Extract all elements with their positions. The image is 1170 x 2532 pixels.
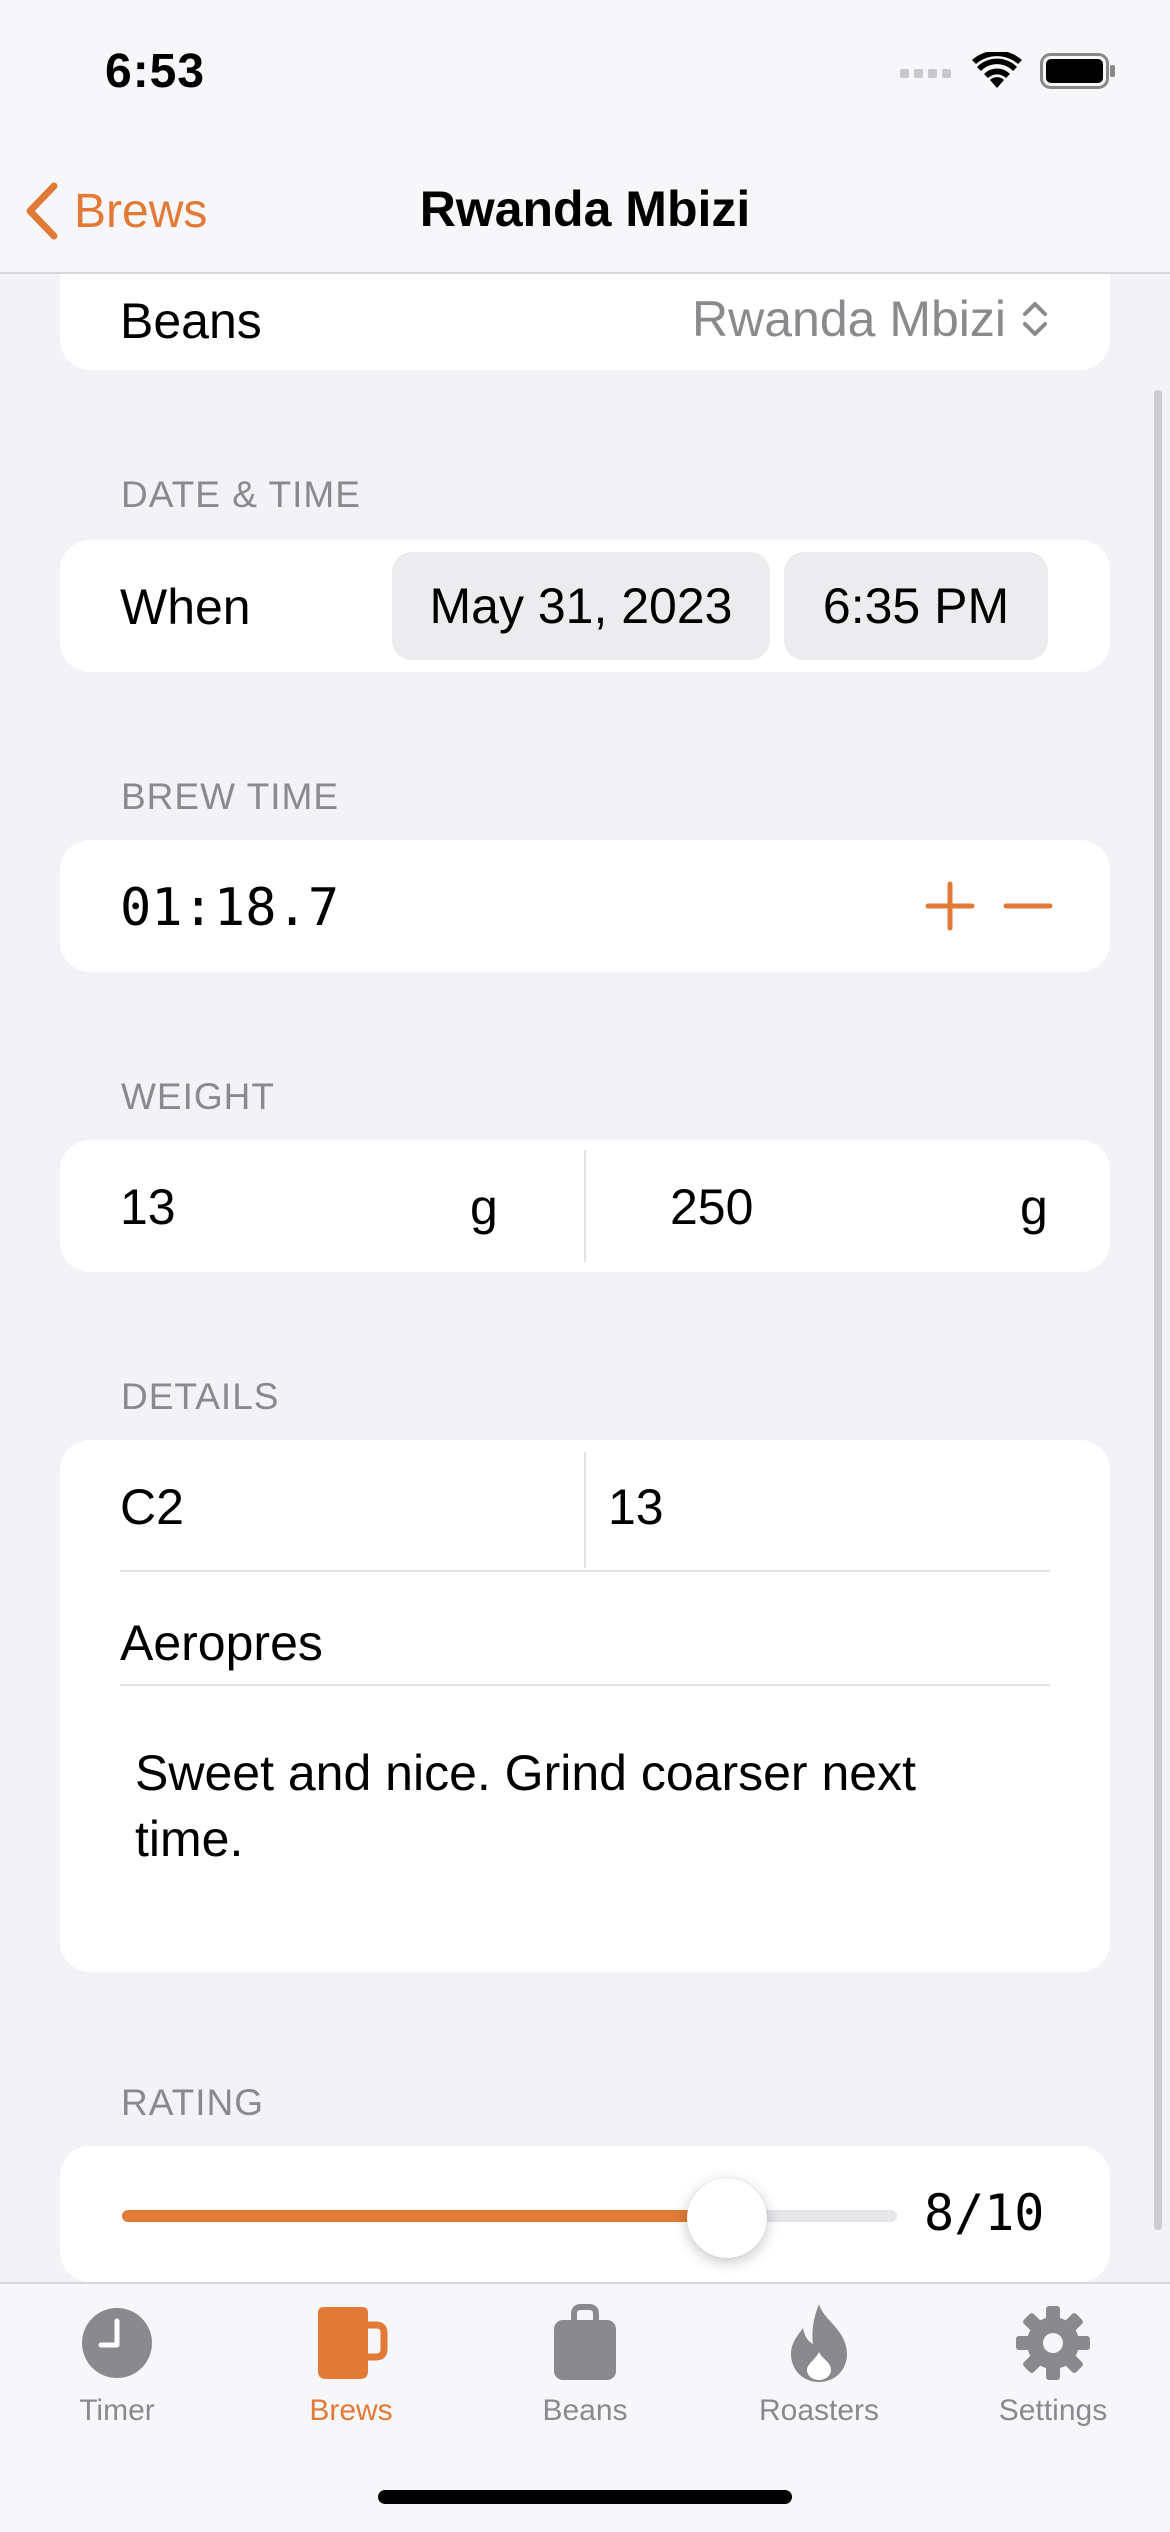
home-indicator[interactable] <box>378 2490 792 2504</box>
signal-icon <box>900 69 951 78</box>
tab-roasters[interactable]: Roasters <box>702 2300 936 2440</box>
tab-timer[interactable]: Timer <box>0 2300 234 2440</box>
wifi-icon <box>972 52 1022 88</box>
beans-picker[interactable]: Rwanda Mbizi <box>692 290 1050 348</box>
details-divider-1 <box>120 1570 1050 1572</box>
status-icons <box>900 52 1116 90</box>
tab-settings-label: Settings <box>998 2394 1108 2427</box>
beans-picker-value: Rwanda Mbizi <box>691 291 1006 347</box>
dose-input[interactable]: 13 <box>120 1178 176 1236</box>
tab-beans-label: Beans <box>542 2394 628 2427</box>
mug-icon <box>318 2307 388 2379</box>
water-input[interactable]: 250 <box>670 1178 753 1236</box>
time-picker[interactable]: 6:35 PM <box>784 552 1048 660</box>
notes-textarea[interactable]: Sweet and nice. Grind coarser next time. <box>135 1740 916 1872</box>
rating-value: 8/10 <box>924 2184 1045 2242</box>
decrement-button[interactable] <box>998 876 1058 936</box>
bag-icon <box>554 2304 616 2380</box>
notes-line-2: time. <box>135 1811 244 1867</box>
status-bar: 6:53 <box>0 0 1170 150</box>
beans-label: Beans <box>120 293 262 349</box>
clock-icon <box>82 2308 152 2378</box>
brew-time-header: BREW TIME <box>121 776 339 817</box>
tab-beans[interactable]: Beans <box>468 2300 702 2440</box>
brew-time-card: 01:18.7 <box>60 840 1110 972</box>
tab-settings[interactable]: Settings <box>936 2300 1170 2440</box>
tab-roasters-label: Roasters <box>758 2394 880 2427</box>
when-label: When <box>120 579 251 635</box>
rating-slider-track[interactable] <box>122 2210 897 2222</box>
scroll-indicator[interactable] <box>1154 390 1162 2230</box>
tab-timer-label: Timer <box>79 2394 155 2427</box>
details-divider-2 <box>120 1684 1050 1686</box>
details-header: DETAILS <box>121 1376 280 1417</box>
rating-slider-thumb[interactable] <box>687 2178 767 2258</box>
navigation-bar: Brews Rwanda Mbizi <box>0 150 1170 274</box>
date-time-header: DATE & TIME <box>121 474 361 515</box>
water-unit: g <box>1020 1179 1048 1235</box>
status-time: 6:53 <box>105 45 206 98</box>
beans-card: Beans Rwanda Mbizi <box>60 274 1110 370</box>
rating-card: 8/10 <box>60 2146 1110 2282</box>
weight-divider <box>584 1150 586 1262</box>
gear-icon <box>1016 2306 1090 2380</box>
details-divider-vertical <box>584 1452 586 1568</box>
dose-unit: g <box>470 1179 498 1235</box>
grind-setting-input[interactable]: 13 <box>608 1478 664 1536</box>
flame-icon <box>791 2304 847 2382</box>
details-card: C2 13 Aeropres Sweet and nice. Grind coa… <box>60 1440 1110 1972</box>
weight-card: 13 g 250 g <box>60 1140 1110 1272</box>
battery-icon <box>1040 53 1115 89</box>
plus-icon <box>925 881 975 931</box>
notes-line-1: Sweet and nice. Grind coarser next <box>135 1745 916 1801</box>
chevron-up-down-icon <box>1023 302 1047 336</box>
increment-button[interactable] <box>920 876 980 936</box>
rating-header: RATING <box>121 2082 265 2123</box>
tab-brews[interactable]: Brews <box>234 2300 468 2440</box>
method-input[interactable]: Aeropres <box>120 1614 323 1672</box>
grinder-input[interactable]: C2 <box>120 1478 184 1536</box>
page-title: Rwanda Mbizi <box>419 181 751 237</box>
date-time-card: When May 31, 2023 6:35 PM <box>60 540 1110 672</box>
minus-icon <box>1003 903 1053 909</box>
brew-time-value: 01:18.7 <box>120 878 340 938</box>
weight-header: WEIGHT <box>121 1076 275 1117</box>
date-picker[interactable]: May 31, 2023 <box>392 552 770 660</box>
tab-brews-label: Brews <box>309 2394 393 2427</box>
form-content[interactable]: Beans Rwanda Mbizi DATE & TIME When May … <box>0 274 1170 2282</box>
rating-slider-fill <box>122 2210 727 2222</box>
